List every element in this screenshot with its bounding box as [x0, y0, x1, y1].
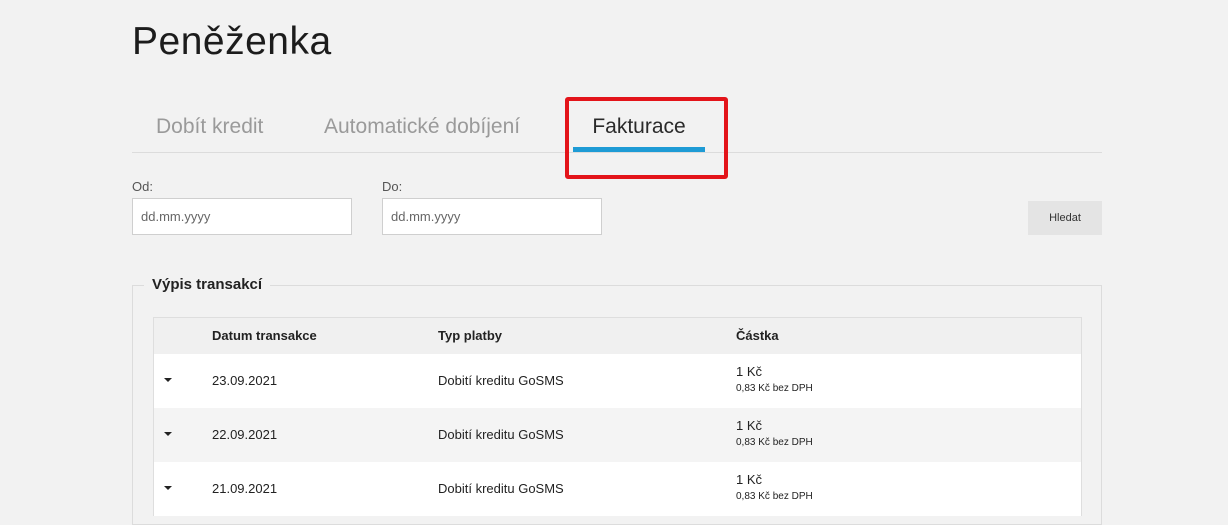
- column-header-type: Typ platby: [438, 328, 503, 343]
- column-header-amount: Částka: [736, 328, 779, 343]
- from-date-input[interactable]: [132, 198, 352, 235]
- row-amount-net: 0,83 Kč bez DPH: [736, 491, 813, 502]
- table-header: Datum transakce Typ platby Částka: [154, 318, 1081, 354]
- table-row[interactable]: 23.09.2021 Dobití kreditu GoSMS 1 Kč 0,8…: [154, 354, 1081, 408]
- search-button[interactable]: Hledat: [1028, 201, 1102, 235]
- row-amount-net: 0,83 Kč bez DPH: [736, 383, 813, 394]
- caret-down-icon[interactable]: [164, 432, 172, 436]
- row-amount: 1 Kč 0,83 Kč bez DPH: [736, 418, 813, 448]
- caret-down-icon[interactable]: [164, 378, 172, 382]
- row-type: Dobití kreditu GoSMS: [438, 373, 564, 388]
- tab-dobit-kredit[interactable]: Dobít kredit: [156, 108, 263, 152]
- transactions-table: Datum transakce Typ platby Částka 23.09.…: [153, 317, 1082, 516]
- row-type: Dobití kreditu GoSMS: [438, 427, 564, 442]
- table-row[interactable]: 22.09.2021 Dobití kreditu GoSMS 1 Kč 0,8…: [154, 408, 1081, 462]
- row-amount: 1 Kč 0,83 Kč bez DPH: [736, 364, 813, 394]
- row-amount-gross: 1 Kč: [736, 472, 763, 487]
- row-amount-gross: 1 Kč: [736, 418, 763, 433]
- active-tab-indicator: [573, 147, 705, 152]
- page-title: Peněženka: [132, 20, 332, 63]
- column-header-date: Datum transakce: [212, 328, 317, 343]
- caret-down-icon[interactable]: [164, 486, 172, 490]
- row-date: 23.09.2021: [212, 373, 278, 388]
- row-amount-net: 0,83 Kč bez DPH: [736, 437, 813, 448]
- tab-automaticke-dobijeni[interactable]: Automatické dobíjení: [324, 108, 520, 152]
- tab-fakturace[interactable]: Fakturace: [573, 108, 705, 152]
- row-type: Dobití kreditu GoSMS: [438, 481, 564, 496]
- to-date-label: Do:: [382, 179, 403, 194]
- transactions-legend: Výpis transakcí: [144, 276, 271, 293]
- row-date: 21.09.2021: [212, 481, 278, 496]
- row-amount: 1 Kč 0,83 Kč bez DPH: [736, 472, 813, 502]
- row-amount-gross: 1 Kč: [736, 364, 763, 379]
- to-date-input[interactable]: [382, 198, 602, 235]
- row-date: 22.09.2021: [212, 427, 278, 442]
- from-date-label: Od:: [132, 179, 153, 194]
